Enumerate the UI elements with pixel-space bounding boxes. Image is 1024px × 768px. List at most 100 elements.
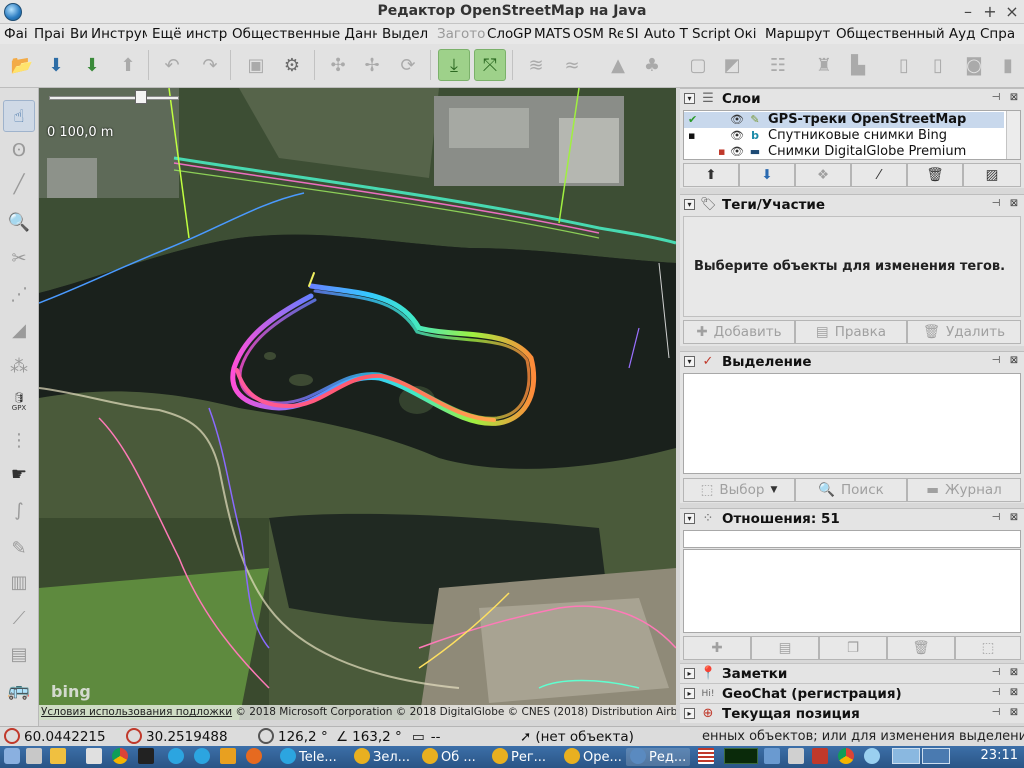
- pin-icon[interactable]: ⊣: [990, 512, 1002, 524]
- edit-relation-icon[interactable]: ▤: [751, 636, 819, 660]
- delete-tag-button[interactable]: 🗑 Удалить: [907, 320, 1021, 344]
- building-tool-icon[interactable]: ▥: [3, 566, 35, 598]
- edit-tag-button[interactable]: ▤ Правка: [795, 320, 907, 344]
- clock[interactable]: 23:11: [981, 748, 1018, 763]
- public-transport-icon[interactable]: 🚌: [3, 674, 35, 706]
- chrome-launcher-icon[interactable]: [112, 748, 131, 766]
- preset-area-icon[interactable]: ◩: [716, 49, 748, 81]
- undo-icon[interactable]: ↶: [156, 49, 188, 81]
- pin-icon[interactable]: ⊣: [990, 667, 1002, 679]
- menu-item[interactable]: Общественный Ауд: [836, 26, 976, 42]
- expand-icon[interactable]: ▸: [684, 708, 695, 719]
- preset-railway-icon[interactable]: ☷: [762, 49, 794, 81]
- measure-icon[interactable]: ⟋: [3, 602, 35, 634]
- lasso-mode-icon[interactable]: ʘ: [3, 134, 35, 166]
- preset-more-icon[interactable]: ▮: [992, 49, 1024, 81]
- duplicate-relation-icon[interactable]: ❐: [819, 636, 887, 660]
- maximize-icon[interactable]: +: [980, 2, 1000, 22]
- preset-door-icon[interactable]: ▯: [888, 49, 920, 81]
- pin-icon[interactable]: ⊣: [990, 355, 1002, 367]
- preset-building-icon[interactable]: ▢: [682, 49, 714, 81]
- menu-item[interactable]: Праі: [34, 26, 66, 42]
- menu-item[interactable]: SI: [626, 26, 642, 42]
- firefox-launcher-icon[interactable]: [246, 748, 265, 766]
- close-panel-icon[interactable]: ⊠: [1008, 355, 1020, 367]
- taskbar-window-button[interactable]: Ред...: [626, 748, 691, 766]
- taskbar-window-button[interactable]: Оре...: [560, 748, 626, 766]
- menu-item[interactable]: Спра: [980, 26, 1020, 42]
- menu-item[interactable]: Загото: [437, 26, 485, 42]
- menu-item[interactable]: Маршрут: [765, 26, 831, 42]
- preset-mountain-icon[interactable]: ▲: [602, 49, 634, 81]
- close-icon[interactable]: ×: [1002, 2, 1022, 22]
- tray-updates-icon[interactable]: [812, 748, 831, 766]
- tray-volume-icon[interactable]: [788, 748, 807, 766]
- add-tag-button[interactable]: ✚ Добавить: [683, 320, 795, 344]
- visibility-eye-icon[interactable]: 👁: [730, 112, 744, 128]
- menu-item[interactable]: Выдел: [382, 26, 432, 42]
- tray-chrome-icon[interactable]: [838, 748, 857, 766]
- taskbar-window-button[interactable]: Tele...: [276, 748, 341, 766]
- layer-item-gps-tracks[interactable]: ✔ 👁 ✎ GPS-треки OpenStreetMap: [684, 112, 1004, 128]
- move-layer-up-icon[interactable]: ⬆: [683, 163, 739, 187]
- redo-icon[interactable]: ↷: [194, 49, 226, 81]
- delete-relation-icon[interactable]: 🗑: [887, 636, 955, 660]
- show-desktop-icon[interactable]: [26, 748, 45, 766]
- download-area-icon[interactable]: ⤓: [438, 49, 470, 81]
- zoom-slider[interactable]: [49, 96, 179, 100]
- tray-network-icon[interactable]: [764, 748, 783, 766]
- close-panel-icon[interactable]: ⊠: [1008, 92, 1020, 104]
- workspace-switcher[interactable]: [892, 748, 950, 766]
- start-menu-icon[interactable]: [4, 748, 23, 766]
- zoom-slider-knob[interactable]: [135, 90, 147, 104]
- layer-imagery-icon[interactable]: ▨: [963, 163, 1021, 187]
- map-paint-icon[interactable]: ▤: [3, 638, 35, 670]
- pin-icon[interactable]: ⊣: [990, 198, 1002, 210]
- menu-item[interactable]: MATS: [534, 26, 570, 42]
- upload-icon[interactable]: ⬆: [112, 49, 144, 81]
- relations-list[interactable]: [683, 549, 1021, 633]
- pencil-icon[interactable]: ✎: [3, 532, 35, 564]
- preset-castle-icon[interactable]: ♜: [808, 49, 840, 81]
- pin-icon[interactable]: ⊣: [990, 92, 1002, 104]
- close-panel-icon[interactable]: ⊠: [1008, 667, 1020, 679]
- search-button[interactable]: 🔍 Поиск: [795, 478, 907, 502]
- improve-way-icon[interactable]: ⁂: [3, 350, 35, 382]
- pin-icon[interactable]: ⊣: [990, 687, 1002, 699]
- draw-mode-icon[interactable]: ╱: [3, 168, 35, 200]
- terminal-icon[interactable]: [138, 748, 157, 766]
- drag-hand-icon[interactable]: ☛: [3, 458, 35, 490]
- telegram-launcher-icon[interactable]: [194, 748, 213, 766]
- collapse-icon[interactable]: ▾: [684, 356, 695, 367]
- taskbar-window-button[interactable]: Рег...: [488, 748, 550, 766]
- collapse-icon[interactable]: ▾: [684, 513, 695, 524]
- delete-mode-icon[interactable]: ✂: [3, 242, 35, 274]
- zoom-mode-icon[interactable]: 🔍: [3, 206, 35, 238]
- history-button[interactable]: ▬ Журнал: [907, 478, 1021, 502]
- josm-launcher-icon[interactable]: [220, 748, 239, 766]
- move-layer-down-icon[interactable]: ⬇: [739, 163, 795, 187]
- taskbar-window-button[interactable]: Об ...: [418, 748, 480, 766]
- collapse-icon[interactable]: ▾: [684, 199, 695, 210]
- merge-layer-icon[interactable]: ❖: [795, 163, 851, 187]
- extrude-mode-icon[interactable]: ◢: [3, 314, 35, 346]
- align-nodes-icon[interactable]: ⋮: [3, 424, 35, 456]
- files-icon[interactable]: [50, 748, 69, 766]
- menu-item[interactable]: Ви: [70, 26, 90, 42]
- geochat-panel[interactable]: ▸ Hi! GeoChat (регистрация) ⊣ ⊠: [680, 683, 1024, 703]
- visibility-eye-icon[interactable]: 👁: [730, 128, 744, 144]
- refresh-icon[interactable]: ⟳: [392, 49, 424, 81]
- preset-water-icon[interactable]: ≈: [556, 49, 588, 81]
- menu-item[interactable]: Фаі: [4, 26, 32, 42]
- close-panel-icon[interactable]: ⊠: [1008, 687, 1020, 699]
- menu-item[interactable]: Инструм: [91, 26, 147, 42]
- menu-item[interactable]: OSM Re: [573, 26, 623, 42]
- imagery-terms-link[interactable]: Условия использования подложки: [41, 706, 232, 718]
- preset-tree-icon[interactable]: ♣: [636, 49, 668, 81]
- expand-icon[interactable]: ▸: [684, 688, 695, 699]
- preset-road-icon[interactable]: ≋: [520, 49, 552, 81]
- language-flag-icon[interactable]: [698, 748, 717, 766]
- tray-speed-icon[interactable]: [864, 748, 883, 766]
- delete-layer-icon[interactable]: 🗑: [907, 163, 963, 187]
- expand-icon[interactable]: ▸: [684, 668, 695, 679]
